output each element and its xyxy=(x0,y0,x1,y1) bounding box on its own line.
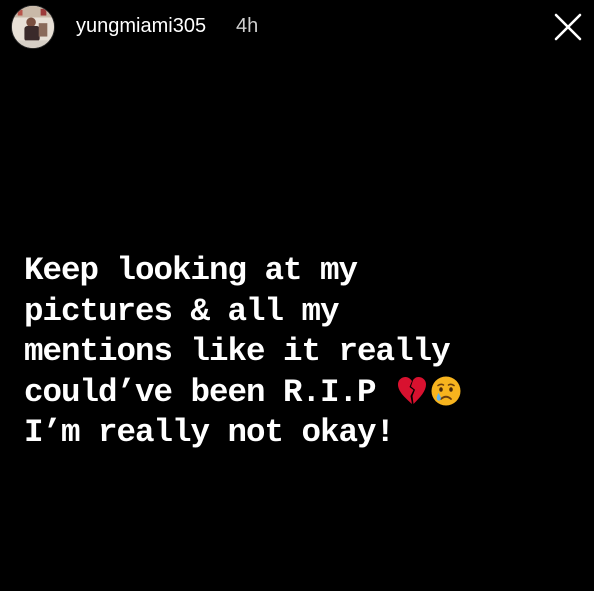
broken-heart-emoji xyxy=(396,375,428,407)
caption-line-1: Keep looking at my xyxy=(24,252,358,289)
caption-line-2: pictures & all my xyxy=(24,292,340,330)
story-header: yungmiami305 4h xyxy=(0,0,594,56)
caption-line-5: I’m really not okay! xyxy=(24,414,395,452)
caption-line-4: could’ve been R.I.P xyxy=(24,373,564,414)
close-icon xyxy=(554,13,582,41)
story-caption: Keep looking at my pictures & all my men… xyxy=(24,251,564,454)
close-button[interactable] xyxy=(552,11,584,43)
avatar-image xyxy=(12,6,54,48)
username[interactable]: yungmiami305 xyxy=(76,14,206,38)
caption-line-4-text: could’ve been R.I.P xyxy=(24,373,377,411)
profile-avatar[interactable] xyxy=(11,5,55,49)
crying-face-emoji xyxy=(430,375,462,407)
post-timestamp: 4h xyxy=(236,15,259,37)
caption-line-3: mentions like it really xyxy=(24,333,451,371)
story-viewer[interactable]: yungmiami305 4h Keep looking at my pictu… xyxy=(0,0,594,591)
